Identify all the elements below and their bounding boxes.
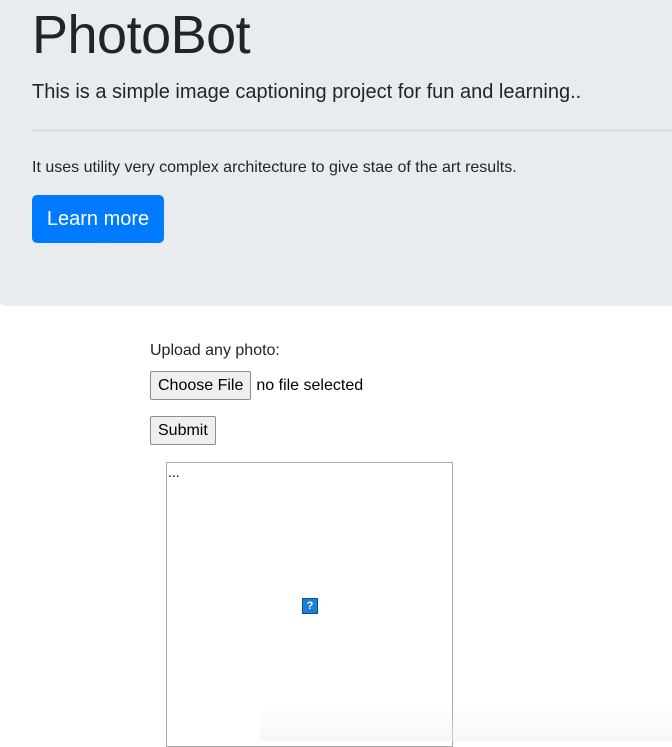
choose-file-button[interactable]: Choose File — [150, 371, 252, 400]
file-input[interactable]: Choose File no file selected — [150, 371, 363, 400]
description-text: It uses utility very complex architectur… — [32, 159, 517, 176]
image-alt-text: ... — [168, 464, 180, 480]
broken-image-icon: ? — [302, 598, 318, 614]
divider — [32, 130, 672, 131]
image-preview: ... ? — [166, 462, 453, 747]
lead-text: This is a simple image captioning projec… — [32, 81, 582, 103]
file-status-text: no file selected — [256, 376, 364, 394]
upload-label: Upload any photo: — [150, 342, 280, 359]
learn-more-button[interactable]: Learn more — [32, 195, 164, 243]
jumbotron: PhotoBot This is a simple image captioni… — [0, 0, 672, 306]
page-title: PhotoBot — [32, 5, 251, 65]
submit-button[interactable]: Submit — [150, 416, 216, 445]
